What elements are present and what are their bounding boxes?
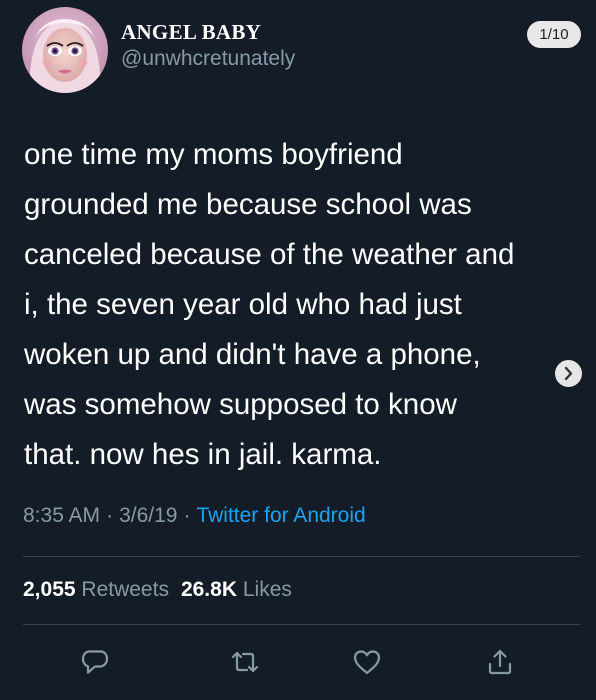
retweets-stat[interactable]: 2,055 Retweets [23,578,169,601]
tweet-time: 8:35 AM [23,504,101,527]
chevron-right-icon [564,366,573,381]
reply-icon [81,650,109,674]
retweets-label: Retweets [81,578,169,601]
divider [23,624,580,625]
tweet-screen: ANGEL BABY @unwhcretunately 1/10 one tim… [0,0,596,700]
tweet-stats: 2,055 Retweets 26.8K Likes [23,578,292,602]
page-indicator-badge: 1/10 [527,21,581,48]
avatar[interactable] [22,7,108,93]
like-button[interactable] [352,647,382,677]
likes-label: Likes [242,578,292,601]
tweet-source-link[interactable]: Twitter for Android [196,504,365,527]
heart-icon [353,650,381,675]
divider [23,556,580,557]
share-button[interactable] [485,647,515,677]
retweet-icon [231,651,259,673]
tweet-text-line: canceled because of the weather and [24,238,515,271]
tweet-date: 3/6/19 [119,504,178,527]
tweet-text-line: grounded me because school was [24,188,472,221]
tweet-meta: 8:35 AM · 3/6/19 · Twitter for Android [23,504,366,528]
retweet-button[interactable] [230,647,260,677]
tweet-text-line: that. now hes in jail. karma. [24,438,382,471]
share-icon [488,649,512,675]
tweet-text-line: was somehow supposed to know [24,388,457,421]
tweet-text-line: one time my moms boyfriend [24,138,403,171]
author-handle[interactable]: @unwhcretunately [121,47,295,71]
author-name[interactable]: ANGEL BABY [121,20,261,45]
meta-separator: · [183,504,191,527]
retweets-count: 2,055 [23,578,76,601]
meta-separator: · [106,504,114,527]
tweet-text-line: i, the seven year old who had just [24,288,462,321]
next-slide-button[interactable] [555,360,582,387]
tweet-text: one time my moms boyfriend grounded me b… [24,130,584,480]
tweet-text-line: woken up and didn't have a phone, [24,338,481,371]
likes-stat[interactable]: 26.8K Likes [181,578,292,601]
avatar-image [22,7,108,93]
reply-button[interactable] [80,647,110,677]
likes-count: 26.8K [180,578,237,601]
